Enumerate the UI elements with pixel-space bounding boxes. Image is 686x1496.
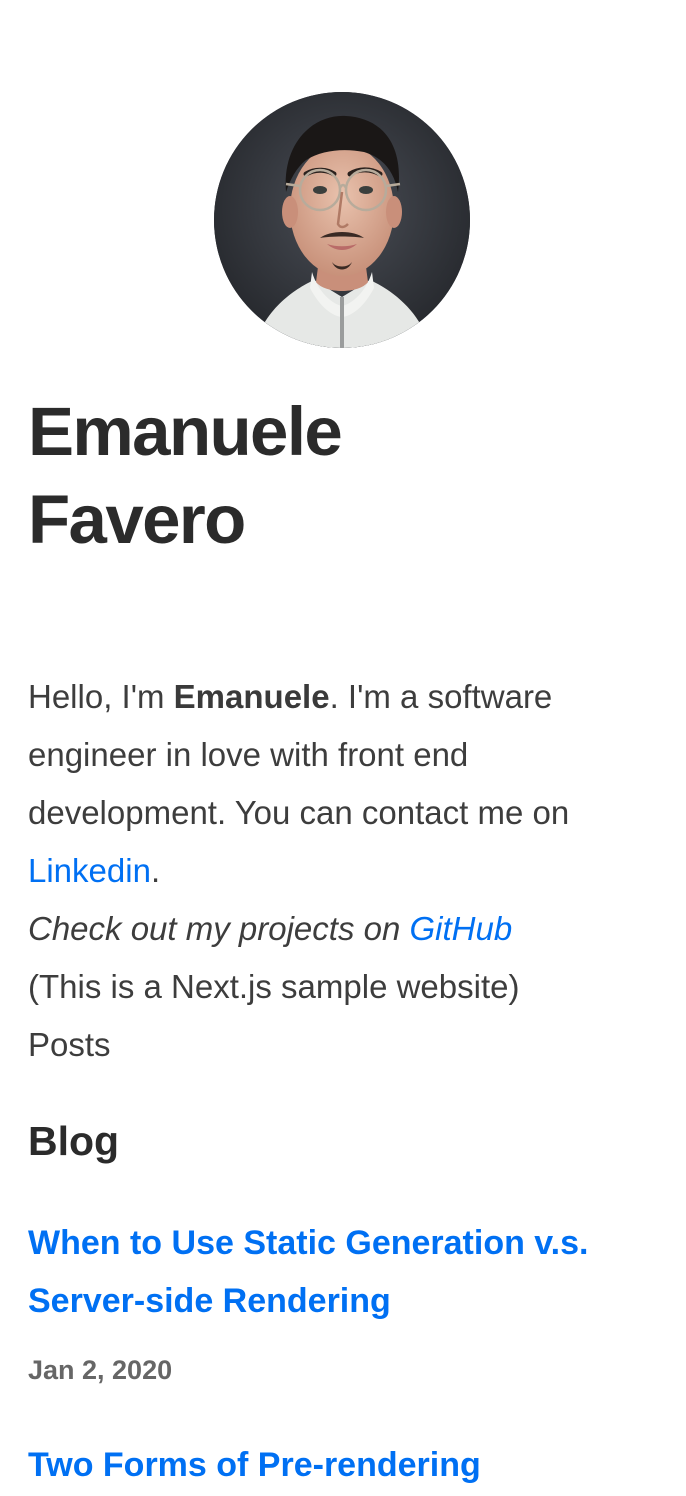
- intro-line-2: engineer in love with front end: [28, 736, 469, 773]
- post-title-link[interactable]: Two Forms of Pre-rendering: [28, 1436, 658, 1494]
- posts-label: Posts: [28, 1026, 111, 1063]
- projects-text: Check out my projects on: [28, 910, 410, 947]
- intro-line-1: Hello, I'm Emanuele. I'm a software: [28, 668, 658, 726]
- linkedin-link[interactable]: Linkedin: [28, 852, 151, 889]
- list-item: When to Use Static Generation v.s. Serve…: [28, 1214, 658, 1390]
- list-item: Two Forms of Pre-rendering: [28, 1436, 658, 1494]
- blog-heading: Blog: [28, 1118, 120, 1164]
- post-title-line-1: When to Use Static Generation v.s.: [28, 1224, 589, 1262]
- intro-line-3: development. You can contact me on: [28, 794, 570, 831]
- intro-greeting-name: Emanuele: [173, 678, 330, 715]
- intro-projects-line: Check out my projects on GitHub: [28, 900, 658, 958]
- post-date: Jan 2, 2020: [28, 1355, 173, 1385]
- profile-name-first: Emanuele: [28, 393, 343, 470]
- intro-section: Hello, I'm Emanuele. I'm a software engi…: [28, 668, 658, 1074]
- intro-line-4: Linkedin.: [28, 842, 658, 900]
- github-link[interactable]: GitHub: [410, 910, 513, 947]
- profile-name-last: Favero: [28, 481, 246, 558]
- avatar-portrait: [214, 92, 470, 348]
- intro-greeting-prefix: Hello, I'm: [28, 678, 174, 715]
- sample-note: (This is a Next.js sample website): [28, 968, 520, 1005]
- profile-avatar: [214, 92, 470, 348]
- post-title-link[interactable]: When to Use Static Generation v.s. Serve…: [28, 1214, 658, 1330]
- profile-name: Emanuele Favero: [28, 388, 588, 564]
- intro-greeting-suffix: . I'm a software: [329, 678, 553, 715]
- post-title-line-2: Server-side Rendering: [28, 1282, 391, 1320]
- linkedin-suffix: .: [150, 852, 161, 889]
